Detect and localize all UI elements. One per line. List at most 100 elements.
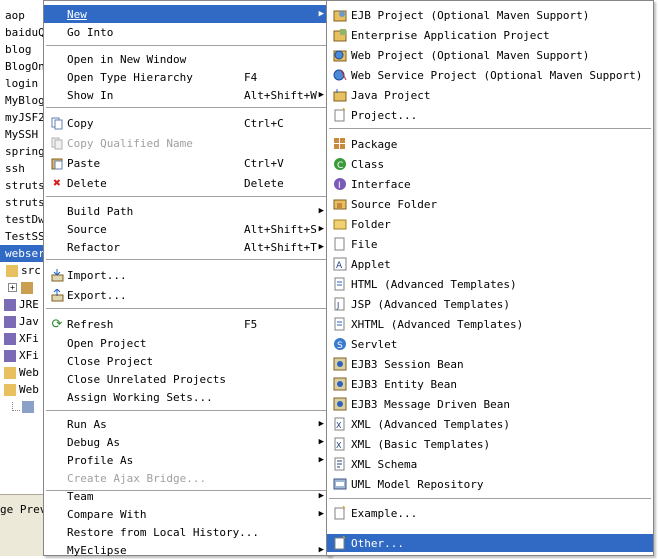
submenu-item-interface[interactable]: I Interface — [327, 175, 653, 193]
tree-item[interactable]: Web — [0, 364, 48, 381]
menu-item-copy[interactable]: Copy Ctrl+C — [44, 114, 330, 132]
menu-item-open-project[interactable]: Open Project — [44, 334, 330, 352]
tree-item[interactable]: MySSH — [0, 126, 48, 143]
copy-qualified-icon — [50, 136, 64, 150]
submenu-arrow-icon: ▶ — [318, 224, 324, 234]
submenu-item-xml-advanced[interactable]: X XML (Advanced Templates) — [327, 415, 653, 433]
menu-item-close-project[interactable]: Close Project — [44, 352, 330, 370]
menu-item-show-in[interactable]: Show In Alt+Shift+W ▶ — [44, 86, 330, 104]
enterprise-app-icon — [333, 28, 347, 42]
menu-item-myeclipse[interactable]: MyEclipse ▶ — [44, 541, 330, 559]
menu-item-compare-with[interactable]: Compare With ▶ — [44, 505, 330, 523]
tree-item[interactable]: struts — [0, 177, 48, 194]
submenu-item-xml-basic[interactable]: X XML (Basic Templates) — [327, 435, 653, 453]
submenu-item-project[interactable]: Project... — [327, 106, 653, 124]
submenu-item-servlet[interactable]: S Servlet — [327, 335, 653, 353]
ejb3-entity-icon — [333, 377, 347, 391]
library-icon — [4, 298, 16, 311]
library-icon — [4, 349, 16, 362]
menu-item-close-unrelated[interactable]: Close Unrelated Projects — [44, 370, 330, 388]
tree-item[interactable]: + — [0, 279, 48, 296]
submenu-item-xhtml[interactable]: XHTML (Advanced Templates) — [327, 315, 653, 333]
tree-item[interactable]: blog — [0, 41, 48, 58]
source-folder-icon — [333, 197, 347, 211]
delete-icon: ✖ — [53, 175, 61, 191]
menu-item-open-type-hierarchy[interactable]: Open Type Hierarchy F4 — [44, 68, 330, 86]
tree-item[interactable]: JRE — [0, 296, 48, 313]
submenu-arrow-icon: ▶ — [318, 545, 324, 555]
tree-item[interactable]: ssh — [0, 160, 48, 177]
submenu-item-web-project[interactable]: Web Project (Optional Maven Support) — [327, 46, 653, 64]
interface-icon: I — [333, 177, 347, 191]
jsp-file-icon: J — [333, 297, 347, 311]
submenu-item-xml-schema[interactable]: XML Schema — [327, 455, 653, 473]
file-icon — [333, 237, 347, 251]
submenu-item-uml-repository[interactable]: UML Model Repository — [327, 475, 653, 493]
tree-item[interactable]: BlogOn — [0, 58, 48, 75]
submenu-item-package[interactable]: Package — [327, 135, 653, 153]
menu-item-open-new-window[interactable]: Open in New Window — [44, 50, 330, 68]
menu-item-build-path[interactable]: Build Path ▶ — [44, 202, 330, 220]
menu-item-import[interactable]: Import... — [44, 266, 330, 284]
tree-item[interactable]: spring — [0, 143, 48, 160]
menu-item-run-as[interactable]: Run As ▶ — [44, 415, 330, 433]
submenu-item-applet[interactable]: A Applet — [327, 255, 653, 273]
tree-item[interactable]: src — [0, 262, 48, 279]
menu-item-profile-as[interactable]: Profile As ▶ — [44, 451, 330, 469]
tree-item[interactable]: myJSF2 — [0, 109, 48, 126]
menu-item-team[interactable]: Team ▶ — [44, 487, 330, 505]
svg-text:A: A — [336, 261, 343, 271]
xml-file-icon: X — [333, 437, 347, 451]
export-icon — [50, 288, 64, 302]
menu-item-refactor[interactable]: Refactor Alt+Shift+T ▶ — [44, 238, 330, 256]
menu-item-export[interactable]: Export... — [44, 286, 330, 304]
folder-icon — [4, 366, 16, 379]
submenu-item-example[interactable]: Example... — [327, 504, 653, 522]
submenu-item-source-folder[interactable]: Source Folder — [327, 195, 653, 213]
tree-item-selected[interactable]: webser — [0, 245, 48, 262]
menu-item-new[interactable]: New ▶ — [44, 5, 330, 23]
submenu-item-web-service-project[interactable]: Web Service Project (Optional Maven Supp… — [327, 66, 653, 84]
submenu-arrow-icon: ▶ — [318, 206, 324, 216]
menu-item-go-into[interactable]: Go Into — [44, 23, 330, 41]
submenu-item-enterprise-app[interactable]: Enterprise Application Project — [327, 26, 653, 44]
submenu-item-html[interactable]: HTML (Advanced Templates) — [327, 275, 653, 293]
class-icon: C — [333, 157, 347, 171]
menu-item-paste[interactable]: Paste Ctrl+V — [44, 154, 330, 172]
folder-icon — [333, 217, 347, 231]
new-submenu: EJB Project (Optional Maven Support) Ent… — [326, 0, 654, 556]
submenu-item-ejb3-session[interactable]: EJB3 Session Bean — [327, 355, 653, 373]
submenu-item-class[interactable]: C Class — [327, 155, 653, 173]
menu-item-copy-qualified-name[interactable]: Copy Qualified Name — [44, 134, 330, 152]
submenu-item-ejb-project[interactable]: EJB Project (Optional Maven Support) — [327, 6, 653, 24]
tree-item[interactable]: Jav — [0, 313, 48, 330]
tree-item[interactable]: XFi — [0, 347, 48, 364]
tree-item[interactable]: XFi — [0, 330, 48, 347]
tree-item[interactable]: baiduQ — [0, 24, 48, 41]
submenu-item-folder[interactable]: Folder — [327, 215, 653, 233]
submenu-item-file[interactable]: File — [327, 235, 653, 253]
tree-item[interactable]: struts — [0, 194, 48, 211]
submenu-item-other[interactable]: Other... — [327, 534, 653, 552]
expand-icon[interactable]: + — [8, 283, 17, 292]
menu-item-create-ajax-bridge[interactable]: Create Ajax Bridge... — [44, 469, 330, 487]
tree-item[interactable]: Web — [0, 381, 48, 398]
bottom-tab-label[interactable]: ge Prev — [0, 503, 46, 516]
tree-item[interactable]: testDw — [0, 211, 48, 228]
menu-item-debug-as[interactable]: Debug As ▶ — [44, 433, 330, 451]
menu-item-assign-working-sets[interactable]: Assign Working Sets... — [44, 388, 330, 406]
tree-item[interactable]: login — [0, 75, 48, 92]
tree-item[interactable]: MyBlog — [0, 92, 48, 109]
menu-item-source[interactable]: Source Alt+Shift+S ▶ — [44, 220, 330, 238]
tree-item[interactable] — [0, 398, 48, 415]
library-icon — [4, 315, 16, 328]
menu-item-restore-history[interactable]: Restore from Local History... — [44, 523, 330, 541]
submenu-item-jsp[interactable]: J JSP (Advanced Templates) — [327, 295, 653, 313]
submenu-item-ejb3-message-driven[interactable]: EJB3 Message Driven Bean — [327, 395, 653, 413]
menu-item-refresh[interactable]: ⟳ Refresh F5 — [44, 315, 330, 333]
menu-item-delete[interactable]: ✖ Delete Delete — [44, 174, 330, 192]
submenu-item-java-project[interactable]: Java Project — [327, 86, 653, 104]
tree-item[interactable]: TestSS — [0, 228, 48, 245]
tree-item[interactable]: aop — [0, 7, 48, 24]
submenu-item-ejb3-entity[interactable]: EJB3 Entity Bean — [327, 375, 653, 393]
